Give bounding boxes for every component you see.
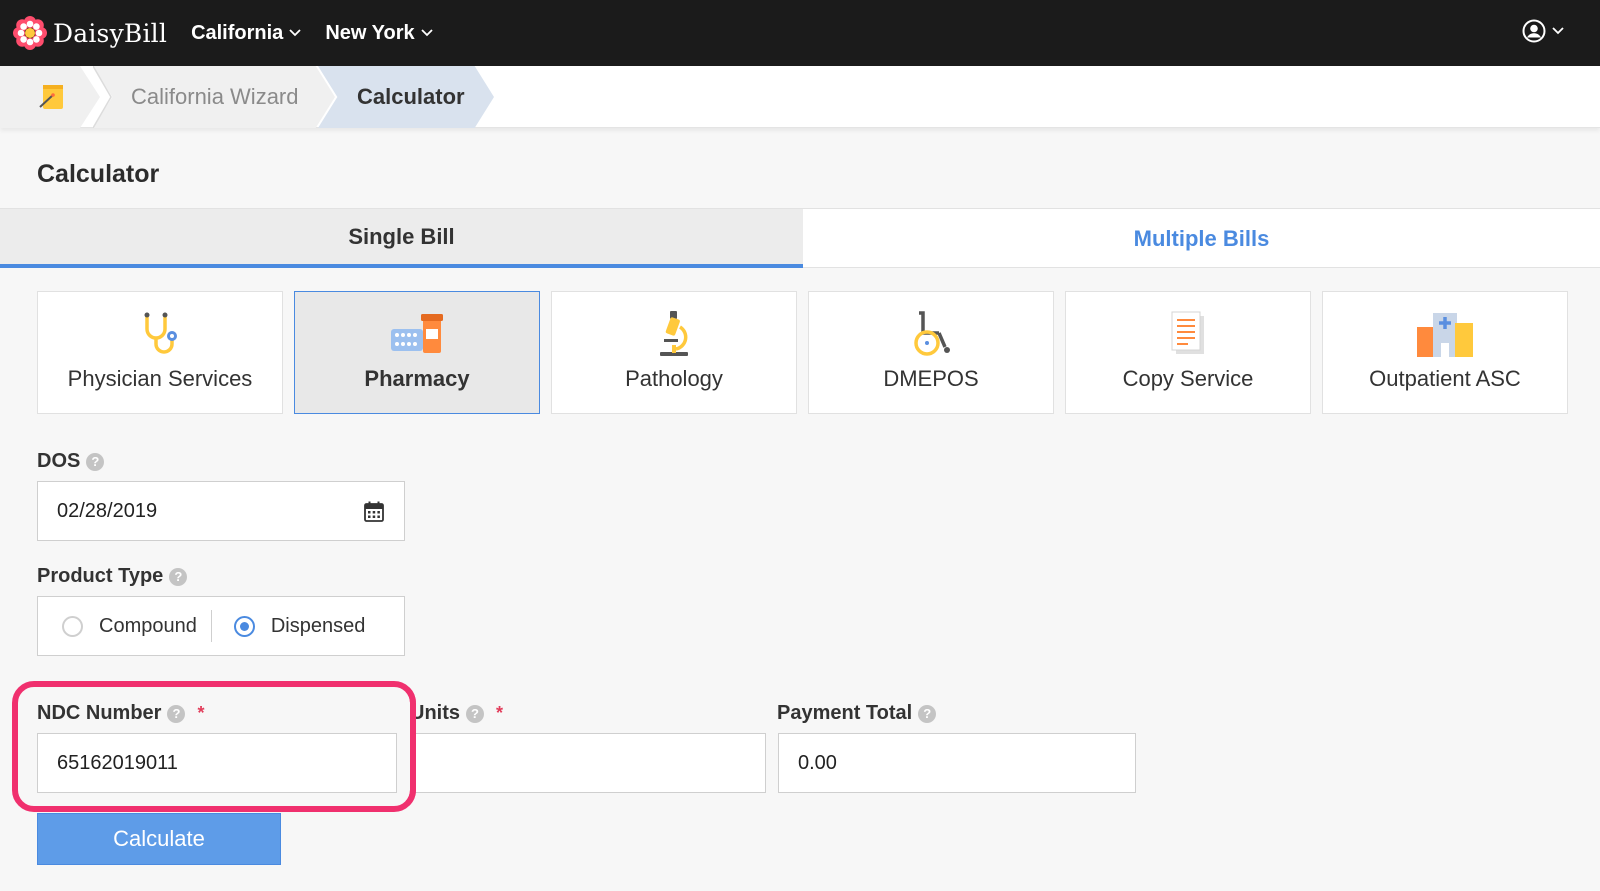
- calendar-icon[interactable]: [364, 501, 384, 522]
- document-icon: [1171, 311, 1204, 354]
- product-type-radio-group: Compound Dispensed: [37, 596, 405, 656]
- help-icon[interactable]: ?: [169, 567, 188, 586]
- radio-circle: [233, 615, 255, 637]
- service-card-label: Copy Service: [1122, 366, 1254, 391]
- payment-total-label: Payment Total ?: [777, 702, 937, 725]
- radio-circle: [62, 615, 83, 637]
- units-label-text: Units: [410, 702, 460, 724]
- bill-mode-tabs: Single Bill Multiple Bills: [0, 208, 1600, 268]
- wizard-notepad-icon: [39, 85, 63, 109]
- dos-value: 02/28/2019: [57, 499, 158, 522]
- units-input[interactable]: [414, 733, 766, 793]
- payment-total-value: 0.00: [798, 751, 837, 774]
- user-menu-dropdown[interactable]: [1522, 19, 1564, 43]
- service-card-label: Outpatient ASC: [1369, 366, 1521, 391]
- top-navbar: DaisyBill California New York: [0, 0, 1600, 66]
- help-icon[interactable]: ?: [466, 704, 484, 723]
- help-icon[interactable]: ?: [86, 452, 105, 471]
- nav-new-york-label: New York: [325, 21, 415, 44]
- ndc-label-text: NDC Number: [37, 702, 162, 724]
- radio-label: Compound: [99, 614, 197, 637]
- daisy-logo-icon: [13, 16, 47, 50]
- breadcrumb-separator: [93, 66, 112, 128]
- pharmacy-icon: [391, 314, 443, 353]
- ndc-value: 65162019011: [57, 751, 178, 774]
- tab-multiple-bills[interactable]: Multiple Bills: [803, 209, 1600, 268]
- chevron-down-icon: [1552, 27, 1564, 35]
- chevron-down-icon: [289, 29, 301, 37]
- radio-label: Dispensed: [270, 614, 366, 637]
- service-card-label: Pathology: [625, 366, 723, 391]
- radio-divider: [210, 610, 212, 642]
- service-card-physician-services[interactable]: Physician Services: [37, 291, 283, 414]
- payment-total-label-text: Payment Total: [777, 702, 913, 724]
- ndc-number-label: NDC Number ? *: [37, 702, 204, 725]
- dos-label: DOS ?: [37, 450, 105, 473]
- help-icon[interactable]: ?: [918, 704, 937, 723]
- ndc-number-input[interactable]: 65162019011: [37, 733, 397, 793]
- dos-label-text: DOS: [37, 450, 81, 472]
- payment-total-input[interactable]: 0.00: [778, 733, 1136, 793]
- service-card-pharmacy[interactable]: Pharmacy: [294, 291, 540, 414]
- tab-single-bill[interactable]: Single Bill: [0, 209, 803, 268]
- wheelchair-icon: [914, 311, 950, 356]
- product-type-label: Product Type ?: [37, 565, 188, 588]
- required-asterisk: *: [496, 703, 504, 723]
- help-icon[interactable]: ?: [167, 704, 186, 723]
- microscope-icon: [660, 311, 688, 356]
- service-card-pathology[interactable]: Pathology: [551, 291, 797, 414]
- service-card-label: Physician Services: [67, 366, 253, 391]
- service-card-copy-service[interactable]: Copy Service: [1065, 291, 1311, 414]
- user-account-icon: [1522, 19, 1546, 43]
- radio-dispensed[interactable]: Dispensed: [233, 614, 366, 638]
- breadcrumb-california-wizard[interactable]: California Wizard: [93, 66, 335, 128]
- service-card-outpatient-asc[interactable]: Outpatient ASC: [1322, 291, 1568, 414]
- chevron-down-icon: [420, 29, 433, 37]
- service-card-dmepos[interactable]: DMEPOS: [808, 291, 1054, 414]
- breadcrumb-calculator[interactable]: Calculator: [318, 66, 494, 128]
- product-type-label-text: Product Type: [37, 565, 164, 587]
- breadcrumb-label: California Wizard: [131, 84, 299, 109]
- hospital-icon: [1417, 313, 1473, 357]
- nav-california-label: California: [191, 21, 284, 44]
- required-asterisk: *: [197, 703, 205, 723]
- page-title: Calculator: [37, 160, 160, 188]
- calculate-button[interactable]: Calculate: [37, 813, 281, 865]
- breadcrumb: California Wizard Calculator: [0, 66, 1600, 128]
- nav-new-york-dropdown[interactable]: New York: [325, 21, 433, 45]
- units-label: Units ? *: [404, 702, 504, 725]
- dos-date-input[interactable]: 02/28/2019: [37, 481, 405, 541]
- breadcrumb-label: Calculator: [357, 84, 465, 109]
- nav-california-dropdown[interactable]: California: [191, 22, 301, 45]
- service-card-label: Pharmacy: [364, 366, 470, 391]
- stethoscope-icon: [144, 312, 177, 354]
- brand-logo-link[interactable]: DaisyBill: [13, 16, 167, 50]
- breadcrumb-home[interactable]: [0, 66, 100, 128]
- radio-compound[interactable]: Compound: [62, 615, 197, 638]
- brand-name: DaisyBill: [53, 18, 168, 48]
- service-card-label: DMEPOS: [883, 366, 979, 391]
